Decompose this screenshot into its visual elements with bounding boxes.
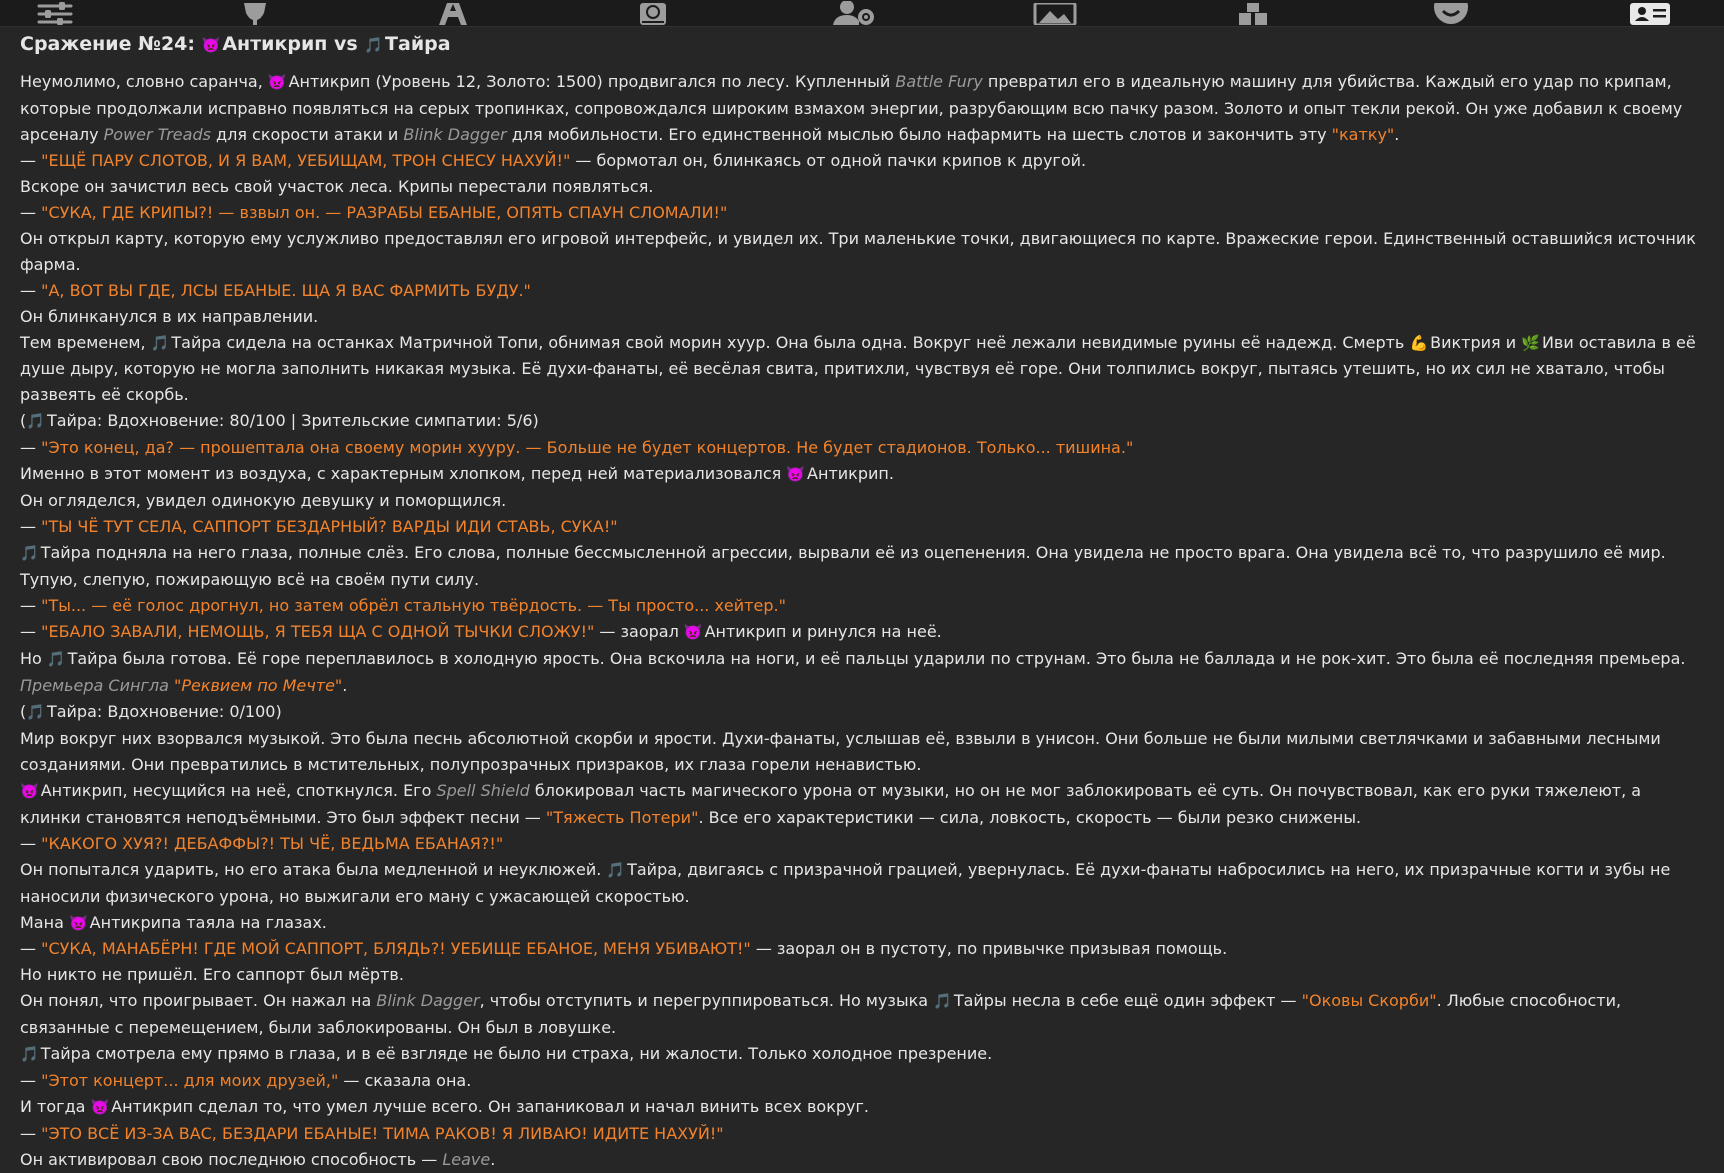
anticreep-icon: 👿 [68, 913, 88, 932]
paragraph: — "ЕБАЛО ЗАВАЛИ, НЕМОЩЬ, Я ТЕБЯ ЩА С ОДН… [20, 622, 942, 642]
anticreep-icon: 👿 [786, 465, 806, 484]
paragraph: — "Это конец, да? — прошептала она своем… [20, 438, 1134, 458]
paragraph: — "Этот концерт... для моих друзей," — с… [20, 1071, 472, 1091]
herb-icon: 🌿 [1521, 333, 1540, 352]
paragraph: Неумолимо, словно саранча, 👿 Антикрип (Ур… [20, 72, 1683, 144]
paragraph: — "ТЫ ЧЁ ТУТ СЕЛА, САППОРТ БЕЗДАРНЫЙ? ВА… [20, 517, 618, 537]
paragraph: — "СУКА, МАНАБЁРН! ГДЕ МОЙ САППОРТ, БЛЯД… [20, 939, 1228, 959]
anticreep-icon: 👿 [90, 1098, 110, 1117]
paragraph: — "ЕЩЁ ПАРУ СЛОТОВ, И Я ВАМ, УЕБИЩАМ, ТР… [20, 150, 1087, 170]
paragraph: Он попытался ударить, но его атака была … [20, 859, 1671, 906]
anticreep-icon: 👿 [201, 36, 221, 54]
paragraph: 👿 Антикрип, несущийся на неё, споткнулся.… [20, 780, 1642, 827]
paragraph: Но 🎵 Тайра была готова. Её горе переплави… [20, 648, 1686, 695]
music-note-icon: 🎵 [606, 860, 626, 879]
paragraph: И тогда 👿 Антикрип сделал то, что умел лу… [20, 1097, 869, 1117]
music-note-icon: 🎵 [26, 702, 45, 721]
music-note-icon: 🎵 [46, 649, 66, 668]
top-toolbar [0, 0, 1724, 27]
paragraph: — "СУКА, ГДЕ КРИПЫ?! — взвыл он. — РАЗРА… [20, 202, 728, 222]
music-note-icon: 🎵 [933, 992, 952, 1011]
trophy-icon[interactable] [232, 0, 278, 25]
chat-message: Сражение №24: 👿 Антикрип vs 🎵 Тайра Неумол… [20, 30, 1704, 1173]
user-settings-icon[interactable] [832, 0, 878, 25]
anticreep-icon: 👿 [267, 73, 287, 91]
paragraph: — "А, ВОТ ВЫ ГДЕ, ЛСЫ ЕБАНЫЕ. ЩА Я ВАС Ф… [20, 280, 531, 300]
world-book-icon[interactable] [630, 0, 676, 25]
anticreep-icon: 👿 [20, 781, 39, 800]
paragraph: 🎵 Тайра подняла на него глаза, полные слё… [20, 543, 1666, 590]
paragraph: Он открыл карту, которую ему услужливо п… [20, 228, 1696, 274]
anticreep-icon: 👿 [683, 623, 703, 642]
paragraph: Мир вокруг них взорвался музыкой. Это бы… [20, 728, 1661, 774]
sliders-icon[interactable] [32, 0, 78, 25]
paragraph: (🎵 Тайра: Вдохновение: 0/100) [20, 701, 282, 721]
music-note-icon: 🎵 [150, 333, 170, 352]
paragraph: Тем временем, 🎵 Тайра сидела на останках … [20, 332, 1696, 405]
battle-title: Сражение №24: 👿 Антикрип vs 🎵 Тайра [20, 33, 451, 55]
music-note-icon: 🎵 [26, 412, 45, 431]
paragraph: Он блинканулся в их направлении. [20, 306, 319, 326]
text-style-icon[interactable] [430, 0, 476, 25]
flexed-arm-icon: 💪 [1409, 333, 1429, 352]
paragraph: 🎵 Тайра смотрела ему прямо в глаза, и в е… [20, 1044, 993, 1064]
paragraph: — "ЭТО ВСЁ ИЗ-ЗА ВАС, БЕЗДАРИ ЕБАНЫЕ! ТИ… [20, 1124, 724, 1144]
paragraph: Именно в этот момент из воздуха, с харак… [20, 464, 894, 484]
paragraph: Он огляделся, увидел одинокую девушку и … [20, 491, 507, 511]
paragraph: Он понял, что проигрывает. Он нажал на B… [20, 991, 1622, 1038]
story-text: Неумолимо, словно саранча, 👿 Антикрип (Ур… [20, 69, 1704, 1173]
smiley-icon[interactable] [1428, 0, 1474, 25]
music-note-icon: 🎵 [364, 36, 384, 54]
music-note-icon: 🎵 [20, 1045, 39, 1064]
music-note-icon: 🎵 [20, 544, 39, 563]
character-card-icon[interactable] [1627, 0, 1673, 25]
paragraph: Вскоре он зачистил весь свой участок лес… [20, 176, 654, 196]
paragraph: Мана 👿 Антикрипа таяла на глазах. [20, 912, 327, 932]
paragraph: — "Ты... — её голос дрогнул, но затем об… [20, 596, 786, 616]
paragraph: (🎵 Тайра: Вдохновение: 80/100 | Зрительск… [20, 411, 539, 431]
paragraph: Но никто не пришёл. Его саппорт был мёрт… [20, 965, 404, 985]
background-image-icon[interactable] [1032, 0, 1078, 25]
extensions-cubes-icon[interactable] [1230, 0, 1276, 25]
paragraph: Он активировал свою последнюю способност… [20, 1150, 496, 1170]
paragraph: — "КАКОГО ХУЯ?! ДЕБАФФЫ?! ТЫ ЧЁ, ВЕДЬМА … [20, 833, 504, 853]
